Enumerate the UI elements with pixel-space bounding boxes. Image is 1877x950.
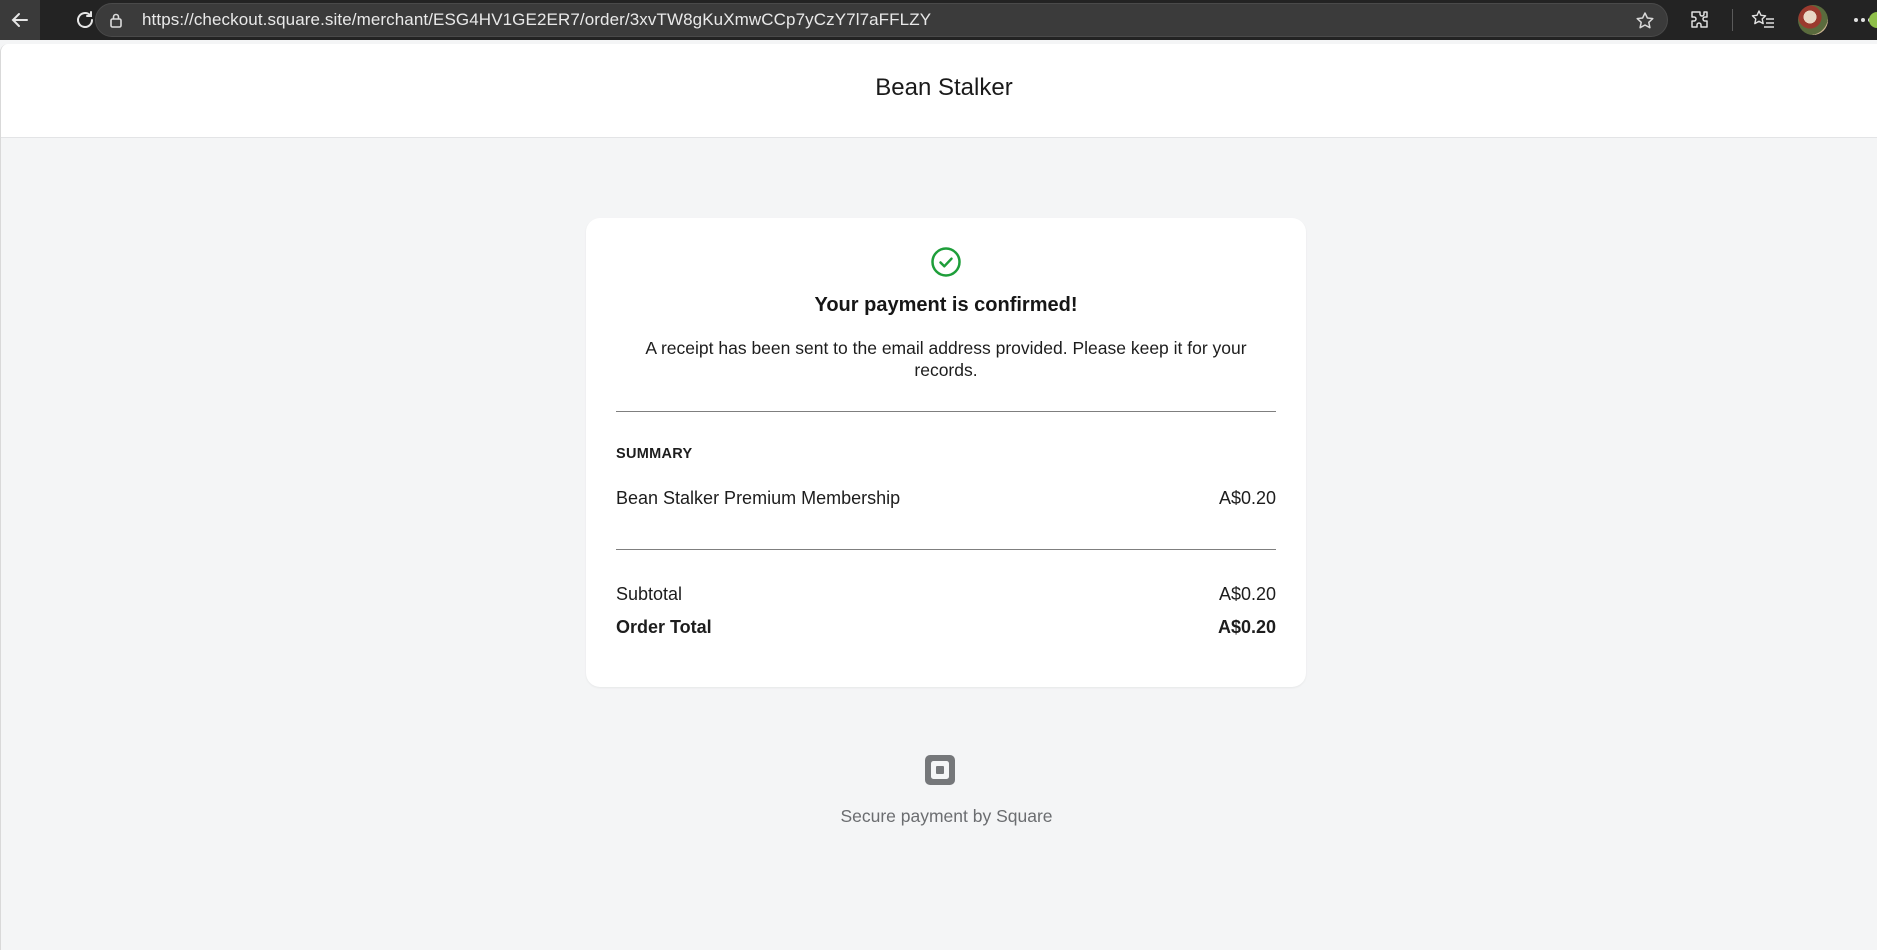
line-item-name: Bean Stalker Premium Membership xyxy=(616,488,901,508)
avatar xyxy=(1798,5,1828,35)
check-circle-icon xyxy=(931,247,961,277)
line-item: Bean Stalker Premium Membership A$0.20 xyxy=(616,488,1276,509)
confirmation-title: Your payment is confirmed! xyxy=(814,294,1078,316)
browser-tools xyxy=(1680,0,1877,40)
page-content: Bean Stalker Your payment is confirmed! … xyxy=(0,44,1877,950)
refresh-icon xyxy=(77,11,93,28)
footer: Secure payment by Square xyxy=(1,754,1877,827)
back-button[interactable] xyxy=(0,0,40,40)
favorites-icon xyxy=(1751,10,1774,28)
order-total-value: A$0.20 xyxy=(1217,617,1276,637)
summary-heading: SUMMARY xyxy=(616,446,693,462)
favorites-button[interactable] xyxy=(1743,0,1783,40)
square-logo-wrap xyxy=(1,754,1877,786)
confirmation-card: Your payment is confirmed! A receipt has… xyxy=(586,218,1306,687)
back-arrow-icon xyxy=(11,13,28,27)
browser-toolbar: https://checkout.square.site/merchant/ES… xyxy=(0,0,1877,40)
lock-icon[interactable] xyxy=(108,12,124,28)
extensions-button[interactable] xyxy=(1680,0,1720,40)
profile-button[interactable] xyxy=(1793,0,1833,40)
divider xyxy=(616,549,1276,550)
secure-payment-text: Secure payment by Square xyxy=(840,806,1053,826)
receipt-message: A receipt has been sent to the email add… xyxy=(645,338,1247,380)
order-total-row: Order Total A$0.20 xyxy=(616,617,1276,638)
merchant-name: Bean Stalker xyxy=(875,73,1013,101)
subtotal-value: A$0.20 xyxy=(1218,584,1276,604)
square-logo-icon xyxy=(924,755,955,785)
divider xyxy=(616,411,1276,412)
subtotal-row: Subtotal A$0.20 xyxy=(616,584,1276,605)
star-icon[interactable] xyxy=(1635,11,1655,36)
check-wrap xyxy=(616,246,1276,278)
extensions-icon xyxy=(1691,11,1708,28)
line-item-price: A$0.20 xyxy=(1218,488,1276,508)
subtotal-label: Subtotal xyxy=(616,584,683,604)
order-total-label: Order Total xyxy=(616,617,712,637)
url-text[interactable]: https://checkout.square.site/merchant/ES… xyxy=(142,10,931,30)
merchant-header: Bean Stalker xyxy=(1,44,1877,138)
address-bar[interactable]: https://checkout.square.site/merchant/ES… xyxy=(95,3,1668,37)
toolbar-separator xyxy=(1732,9,1733,31)
